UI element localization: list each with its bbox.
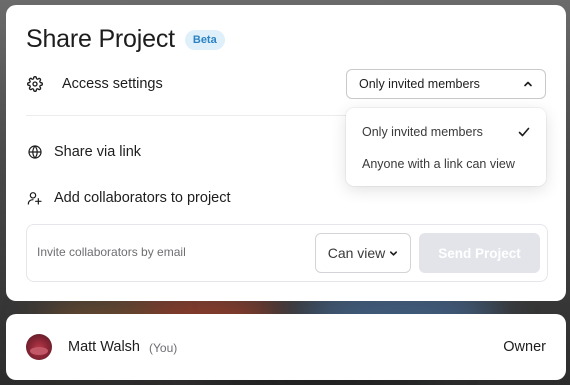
permission-value: Can view [327,245,386,261]
dropdown-option-label: Only invited members [362,125,483,139]
globe-icon [26,143,44,161]
member-name: Matt Walsh [68,339,140,355]
permission-select[interactable]: Can view [315,233,411,273]
chevron-down-icon [390,250,398,256]
member-you-tag: (You) [149,341,178,355]
avatar [26,334,52,360]
send-project-button[interactable]: Send Project [419,233,540,273]
access-settings-row: Access settings [26,75,163,93]
add-collaborators-row: Add collaborators to project [26,189,231,207]
page-title: Share Project [26,25,175,53]
add-collaborators-label: Add collaborators to project [54,190,231,206]
beta-badge: Beta [184,29,225,50]
member-list: Matt Walsh (You) Owner [6,314,566,380]
gear-icon [26,75,44,93]
access-level-select[interactable]: Only invited members [346,69,546,99]
chevron-up-icon [524,81,532,87]
access-level-value: Only invited members [359,77,480,91]
dropdown-option-invited[interactable]: Only invited members [346,116,546,148]
member-role: Owner [503,339,546,355]
access-settings-label: Access settings [62,76,163,92]
share-via-link-row[interactable]: Share via link [26,143,141,161]
check-icon [518,127,530,137]
add-user-icon [26,189,44,207]
dropdown-option-label: Anyone with a link can view [362,157,515,171]
modal-header: Share Project Beta [26,25,225,54]
invite-email-input[interactable] [37,245,307,259]
share-via-link-label: Share via link [54,144,142,160]
access-level-dropdown: Only invited members Anyone with a link … [346,108,546,186]
dropdown-option-anyone[interactable]: Anyone with a link can view [346,148,546,180]
invite-form: Can view Send Project [26,224,548,282]
